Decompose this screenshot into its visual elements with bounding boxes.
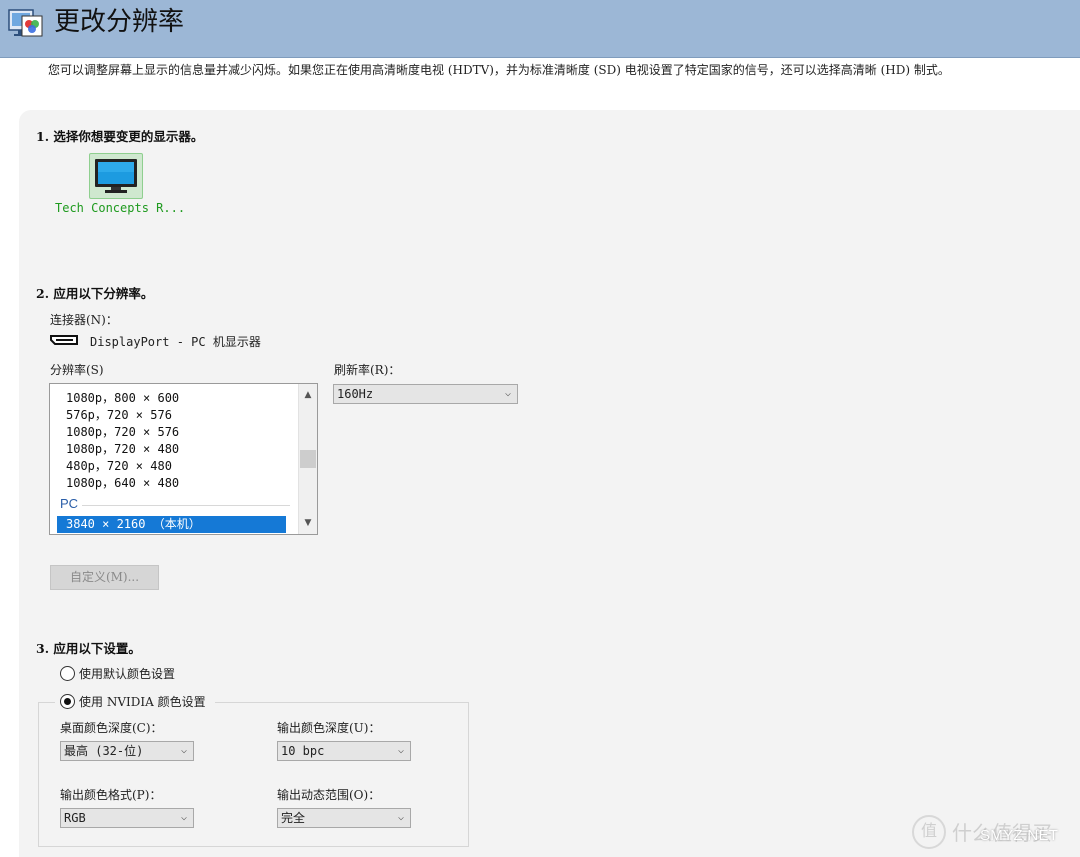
- scroll-down-icon[interactable]: ▼: [299, 514, 317, 532]
- monitor-tile[interactable]: [89, 153, 143, 199]
- chevron-down-icon: ⌵: [397, 745, 404, 756]
- scroll-up-icon[interactable]: ▲: [299, 386, 317, 404]
- selected-resolution[interactable]: 3840 × 2160 （本机）: [57, 516, 286, 533]
- list-item[interactable]: 1080p，720 × 576: [66, 424, 179, 441]
- connector-label: 连接器(N)：: [50, 313, 118, 327]
- watermark: 值 什么值得买 SMYZ.NET: [912, 815, 1072, 851]
- group-divider: [82, 505, 290, 506]
- output-dynamic-range-value: 完全: [281, 811, 306, 825]
- list-item[interactable]: 1080p，720 × 480: [66, 441, 179, 458]
- refresh-rate-value: 160Hz: [337, 387, 374, 401]
- radio-button[interactable]: [60, 666, 75, 681]
- list-item[interactable]: 576p，720 × 576: [66, 407, 172, 424]
- title-bar: 更改分辨率: [0, 0, 1080, 58]
- refresh-rate-dropdown[interactable]: 160Hz ⌵: [333, 384, 518, 404]
- connector-value: DisplayPort - PC 机显示器: [90, 335, 261, 349]
- refresh-rate-label: 刷新率(R)：: [334, 363, 401, 377]
- output-color-format-value: RGB: [64, 811, 86, 825]
- listbox-scrollbar[interactable]: ▲ ▼: [298, 384, 317, 534]
- scroll-thumb[interactable]: [300, 450, 316, 468]
- section-1-title: 1. 选择你想要变更的显示器。: [36, 129, 204, 144]
- desktop-color-depth-label: 桌面颜色深度(C)：: [60, 721, 163, 735]
- chevron-down-icon: ⌵: [180, 812, 187, 823]
- output-dynamic-range-label: 输出动态范围(O)：: [277, 788, 381, 802]
- radio-label: 使用默认颜色设置: [79, 667, 176, 681]
- output-color-depth-label: 输出颜色深度(U)：: [277, 721, 381, 735]
- output-color-format-dropdown[interactable]: RGB ⌵: [60, 808, 194, 828]
- resolution-listbox[interactable]: 1080p，800 × 600 576p，720 × 576 1080p，720…: [49, 383, 318, 535]
- section-2-title: 2. 应用以下分辨率。: [36, 286, 154, 301]
- chevron-down-icon: ⌵: [504, 388, 511, 399]
- watermark-badge-icon: 值: [912, 815, 946, 849]
- output-dynamic-range-dropdown[interactable]: 完全 ⌵: [277, 808, 411, 828]
- page-title: 更改分辨率: [54, 7, 185, 37]
- list-item[interactable]: 1080p，800 × 600: [66, 390, 179, 407]
- chevron-down-icon: ⌵: [180, 745, 187, 756]
- list-item[interactable]: 480p，720 × 480: [66, 458, 172, 475]
- section-3-title: 3. 应用以下设置。: [36, 641, 141, 656]
- display-settings-icon: [8, 9, 43, 37]
- monitor-label[interactable]: Tech Concepts R...: [55, 201, 185, 215]
- desktop-color-depth-dropdown[interactable]: 最高 (32-位) ⌵: [60, 741, 194, 761]
- list-item[interactable]: 1080p，640 × 480: [66, 475, 179, 492]
- radio-label: 使用 NVIDIA 颜色设置: [79, 695, 206, 709]
- watermark-site: SMYZ.NET: [980, 827, 1059, 844]
- output-color-depth-value: 10 bpc: [281, 744, 325, 758]
- page-description: 您可以调整屏幕上显示的信息量并减少闪烁。如果您正在使用高清晰度电视 (HDTV)…: [48, 63, 950, 77]
- chevron-down-icon: ⌵: [397, 812, 404, 823]
- output-color-depth-dropdown[interactable]: 10 bpc ⌵: [277, 741, 411, 761]
- desktop-color-depth-value: 最高 (32-位): [64, 744, 144, 758]
- radio-button[interactable]: [60, 694, 75, 709]
- displayport-icon: [50, 335, 78, 345]
- output-color-format-label: 输出颜色格式(P)：: [60, 788, 162, 802]
- resolution-label: 分辨率(S): [50, 363, 104, 377]
- custom-resolution-button[interactable]: 自定义(M)...: [50, 565, 159, 590]
- monitor-icon: [95, 159, 137, 193]
- group-header-pc: PC: [60, 496, 79, 511]
